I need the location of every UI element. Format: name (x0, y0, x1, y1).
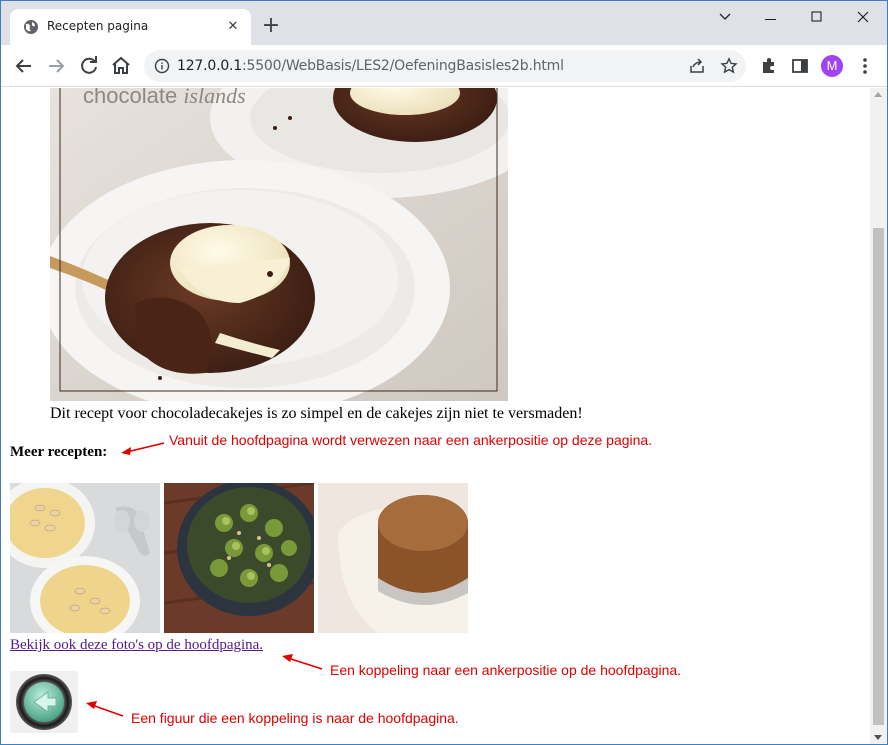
new-tab-button[interactable]: + (259, 15, 283, 39)
thumb-pudding-image (10, 483, 160, 633)
browser-window: Recepten pagina ✕ + 127.0.0.1:5500/WebBa… (1, 1, 887, 744)
tab-strip: Recepten pagina ✕ + (1, 1, 887, 45)
arrow-left-icon[interactable] (12, 54, 36, 78)
url-text[interactable]: 127.0.0.1:5500/WebBasis/LES2/OefeningBas… (177, 58, 564, 74)
tab-search-chevron-icon[interactable] (702, 7, 748, 27)
arrow-right-icon[interactable] (44, 54, 68, 78)
hero-overlay-text: chocolate islands (83, 88, 246, 108)
share-icon[interactable] (688, 57, 706, 75)
link-hoofdpagina-fotos[interactable]: Bekijk ook deze foto's op de hoofdpagina… (10, 637, 263, 654)
profile-avatar[interactable]: M (821, 55, 843, 77)
scroll-down-arrow-icon[interactable] (874, 735, 882, 740)
section-heading-meer-recepten: Meer recepten: (10, 444, 108, 460)
globe-icon (24, 20, 38, 34)
close-window-button[interactable] (840, 7, 886, 27)
home-icon[interactable] (109, 54, 133, 78)
kebab-menu-icon[interactable] (858, 56, 872, 76)
annotation-figure-note: Een figuur die een koppeling is naar de … (131, 710, 459, 726)
tab-close-icon[interactable]: ✕ (225, 19, 241, 35)
tab-active[interactable]: Recepten pagina ✕ (10, 9, 251, 45)
annotation-link-note: Een koppeling naar een ankerpositie op d… (330, 662, 682, 678)
puzzle-icon[interactable] (759, 56, 779, 76)
tab-title: Recepten pagina (47, 19, 149, 33)
scrollbar-thumb[interactable] (873, 228, 884, 725)
back-arrow-button-icon (16, 674, 72, 730)
side-panel-icon[interactable] (790, 56, 810, 76)
arrow-to-heading (126, 442, 165, 453)
annotation-anchor-note: Vanuit de hoofdpagina wordt verwezen naa… (169, 432, 653, 448)
reload-icon[interactable] (77, 54, 101, 78)
address-bar[interactable]: 127.0.0.1:5500/WebBasis/LES2/OefeningBas… (144, 50, 746, 82)
arrow-to-figure (91, 704, 124, 717)
minimize-button[interactable] (748, 7, 794, 27)
star-icon[interactable] (720, 57, 738, 75)
maximize-button[interactable] (794, 7, 840, 27)
thumb-sprouts-image (164, 483, 314, 633)
chocolate-cake-photo: chocolate islands (50, 88, 508, 401)
scroll-up-arrow-icon[interactable] (874, 92, 882, 97)
url-host: 127.0.0.1 (177, 58, 242, 74)
thumb-cake-image (318, 483, 468, 633)
url-path: :5500/WebBasis/LES2/OefeningBasisles2b.h… (242, 58, 564, 74)
info-icon[interactable] (154, 58, 170, 74)
page-viewport: chocolate islands Dit recept voor chocol… (1, 88, 887, 744)
recipe-caption: Dit recept voor chocoladecakejes is zo s… (50, 405, 583, 422)
page-scrollbar[interactable] (870, 88, 887, 744)
back-to-home-figure-link[interactable] (10, 671, 78, 733)
browser-toolbar: 127.0.0.1:5500/WebBasis/LES2/OefeningBas… (1, 45, 887, 87)
arrow-to-link (287, 657, 323, 670)
hero-chocolate-cake-image: chocolate islands (50, 88, 508, 401)
